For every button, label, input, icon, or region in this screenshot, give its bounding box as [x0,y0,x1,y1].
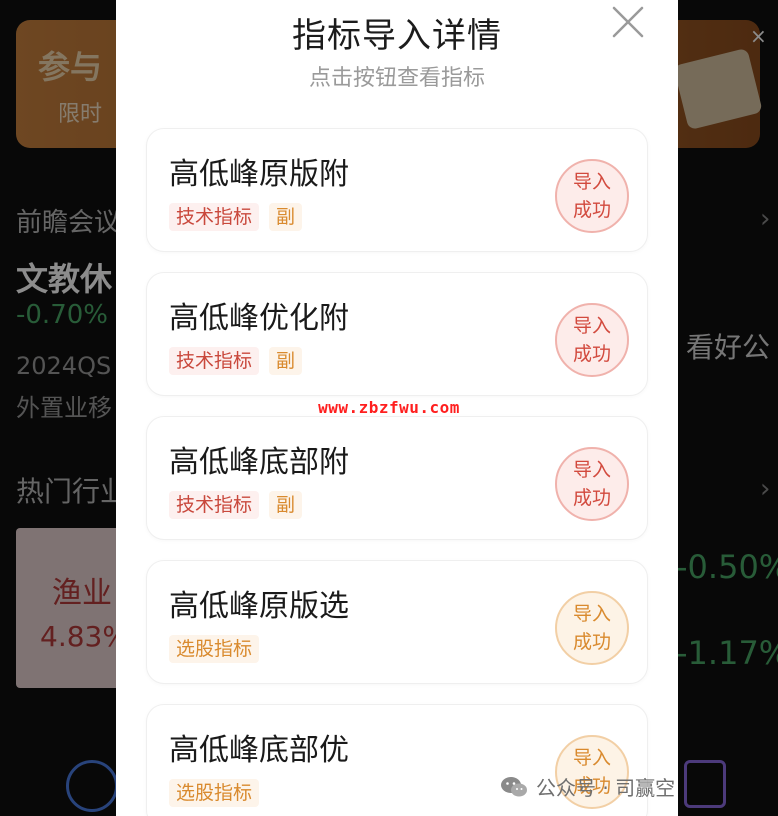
indicator-item[interactable]: 高低峰原版附 技术指标 副 导入 成功 [146,128,648,252]
indicator-item[interactable]: 高低峰优化附 技术指标 副 导入 成功 [146,272,648,396]
stamp-line-1: 导入 [572,459,611,481]
indicator-tags: 选股指标 [169,779,260,807]
indicator-name: 高低峰原版附 [169,157,349,192]
indicator-item[interactable]: 高低峰原版选 选股指标 导入 成功 [146,560,648,684]
watermark-text: www.zbzfwu.com [318,398,460,417]
stamp-line-1: 导入 [572,171,611,193]
account-credit: 公众号 · 司赢空 [500,772,675,801]
stamp-line-1: 导入 [572,747,611,769]
wechat-icon [501,776,527,796]
category-tag: 技术指标 [169,347,260,375]
close-button[interactable] [608,2,648,42]
indicator-name: 高低峰原版选 [169,589,349,624]
credit-text: 公众号 · 司赢空 [536,776,676,800]
indicator-name: 高低峰底部附 [169,445,349,480]
indicator-tags: 技术指标 副 [169,347,303,375]
indicator-tags: 技术指标 副 [169,491,303,519]
stamp-line-2: 成功 [572,487,611,509]
close-icon [612,6,644,38]
type-tag: 副 [269,491,303,519]
import-success-stamp[interactable]: 导入 成功 [555,591,629,665]
stamp-line-2: 成功 [572,631,611,653]
indicator-tags: 技术指标 副 [169,203,303,231]
indicator-name: 高低峰优化附 [169,301,349,336]
stamp-line-1: 导入 [572,603,611,625]
category-tag: 技术指标 [169,491,260,519]
type-tag: 副 [269,347,303,375]
indicator-item[interactable]: 高低峰底部附 技术指标 副 导入 成功 [146,416,648,540]
sheet-title: 指标导入详情 [292,16,502,56]
category-tag: 技术指标 [169,203,260,231]
import-success-stamp[interactable]: 导入 成功 [555,447,629,521]
category-tag: 选股指标 [169,635,260,663]
stamp-line-2: 成功 [572,199,611,221]
stamp-line-1: 导入 [572,315,611,337]
indicator-list: 高低峰原版附 技术指标 副 导入 成功 高低峰优化附 技术指标 副 导入 成功 [146,128,648,816]
import-success-stamp[interactable]: 导入 成功 [555,303,629,377]
indicator-name: 高低峰底部优 [169,733,349,768]
indicator-tags: 选股指标 [169,635,260,663]
category-tag: 选股指标 [169,779,260,807]
sheet-subtitle: 点击按钮查看指标 [308,66,485,91]
type-tag: 副 [269,203,303,231]
import-success-stamp[interactable]: 导入 成功 [555,159,629,233]
stamp-line-2: 成功 [572,343,611,365]
